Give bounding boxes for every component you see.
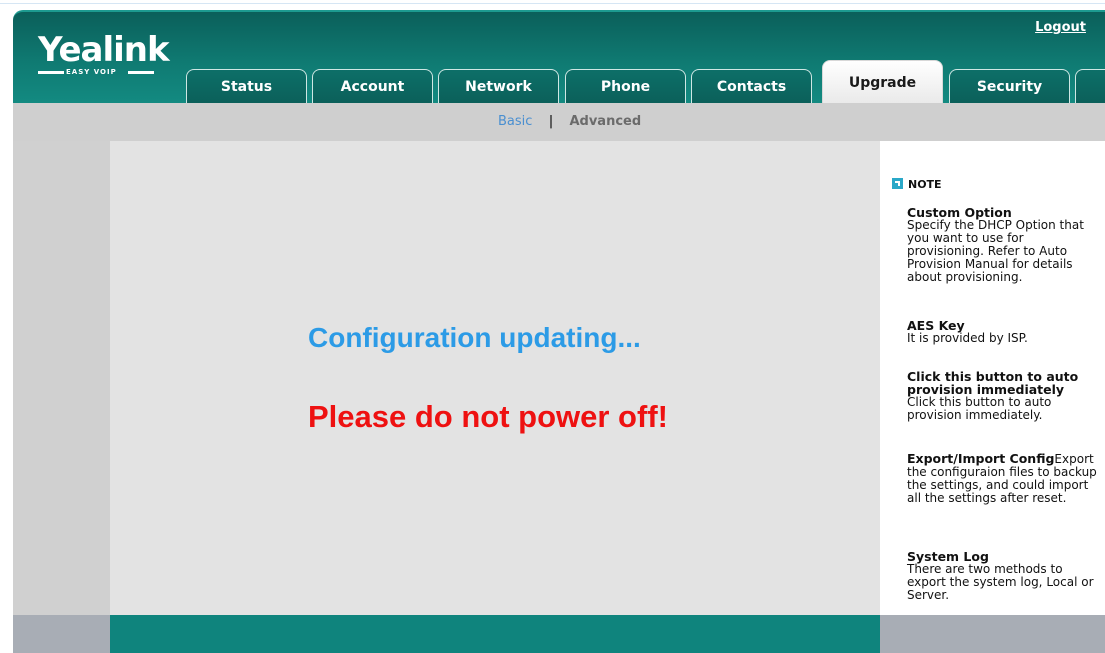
- subnav-separator: |: [548, 114, 554, 129]
- main-tabs: Status Account Network Phone Contacts Up…: [186, 60, 1105, 103]
- footer-bar: [110, 615, 880, 653]
- tab-upgrade[interactable]: Upgrade: [822, 60, 943, 103]
- note-item-body: There are two methods to export the syst…: [907, 562, 1094, 602]
- note-header: NOTE: [892, 178, 942, 191]
- note-header-label: NOTE: [908, 178, 942, 191]
- note-item-body: Click this button to auto provision imme…: [907, 395, 1052, 422]
- tab-status[interactable]: Status: [186, 69, 307, 103]
- note-item-title: Export/Import Config: [907, 451, 1055, 466]
- tab-account[interactable]: Account: [312, 69, 433, 103]
- note-item-auto-provision: Click this button to auto provision imme…: [907, 370, 1099, 422]
- main-content: Configuration updating... Please do not …: [110, 141, 880, 615]
- footer-left: [13, 615, 110, 653]
- tab-contacts[interactable]: Contacts: [691, 69, 812, 103]
- subnav-basic-link[interactable]: Basic: [498, 114, 532, 129]
- tab-network[interactable]: Network: [438, 69, 559, 103]
- note-item-export-import: Export/Import ConfigExport the configura…: [907, 452, 1099, 505]
- note-item-aes-key: AES Key It is provided by ISP.: [907, 319, 1099, 345]
- note-item-body: Specify the DHCP Option that you want to…: [907, 218, 1084, 284]
- sub-navigation: Basic | Advanced: [13, 103, 1105, 141]
- logo-text: Yealink: [38, 30, 170, 70]
- header-bar: Yealink EASY VOIP Logout Status Account …: [13, 10, 1105, 103]
- tab-overflow[interactable]: [1075, 69, 1105, 103]
- logout-link[interactable]: Logout: [1035, 20, 1086, 35]
- logo-bar-left: [38, 71, 64, 74]
- configuration-updating-message: Configuration updating...: [308, 322, 641, 353]
- footer-right: [880, 615, 1105, 653]
- logo-bar-right: [128, 71, 154, 74]
- tab-security[interactable]: Security: [949, 69, 1070, 103]
- tab-phone[interactable]: Phone: [565, 69, 686, 103]
- note-item-system-log: System Log There are two methods to expo…: [907, 550, 1099, 602]
- top-border: [0, 0, 1105, 4]
- subnav-advanced-link[interactable]: Advanced: [569, 114, 641, 129]
- note-item-title: Click this button to auto provision imme…: [907, 369, 1079, 397]
- power-off-warning: Please do not power off!: [308, 399, 668, 434]
- logo-tagline: EASY VOIP: [66, 68, 117, 76]
- note-panel: NOTE Custom Option Specify the DHCP Opti…: [880, 141, 1105, 615]
- note-item-custom-option: Custom Option Specify the DHCP Option th…: [907, 206, 1099, 284]
- arrow-icon: [892, 178, 903, 189]
- note-item-body: It is provided by ISP.: [907, 331, 1028, 345]
- yealink-logo: Yealink EASY VOIP: [38, 30, 188, 90]
- left-sidebar: [13, 141, 110, 615]
